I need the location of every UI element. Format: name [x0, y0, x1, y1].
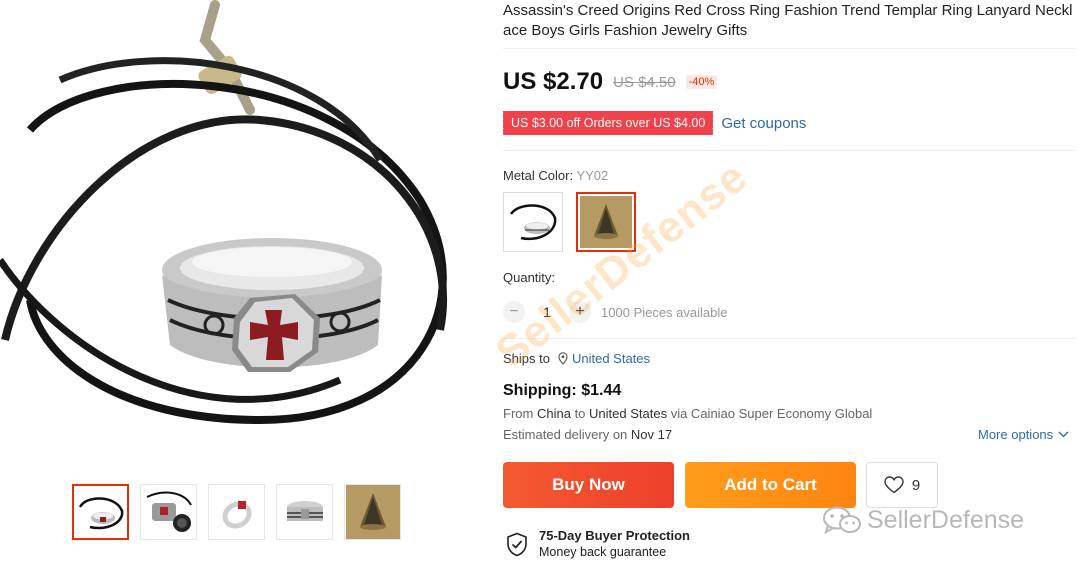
add-to-cart-button[interactable]: Add to Cart	[685, 462, 856, 508]
estimated-delivery-label: Estimated delivery on	[503, 427, 628, 442]
chevron-down-icon	[1058, 431, 1069, 438]
ships-to-row: Ships to United States	[503, 351, 650, 366]
product-title: Assassin's Creed Origins Red Cross Ring …	[503, 2, 1073, 39]
watermark-logo: SellerDefense	[822, 505, 1024, 535]
thumbnail-2[interactable]	[140, 484, 197, 540]
current-price: US $2.70	[503, 68, 604, 95]
heart-icon	[884, 476, 904, 494]
necklace-swatch-image	[509, 204, 557, 241]
bronze-hood-pendant-image	[345, 485, 400, 539]
divider	[503, 150, 1075, 151]
estimated-delivery-date: Nov 17	[630, 427, 673, 442]
quantity-stepper: − 1 + 1000 Pieces available	[503, 301, 727, 323]
quantity-value[interactable]: 1	[533, 304, 561, 320]
location-pin-icon	[558, 352, 568, 365]
available-pieces: 1000 Pieces available	[601, 304, 728, 320]
ring-and-case-image	[146, 491, 192, 532]
metal-color-value: YY02	[576, 168, 609, 183]
wishlist-button[interactable]: 9	[866, 462, 938, 508]
buyer-protection: 75-Day Buyer Protection Money back guara…	[506, 528, 690, 560]
shipping-route: From China to United States via Cainiao …	[503, 406, 872, 421]
divider	[503, 338, 1075, 339]
wishlist-count: 9	[911, 476, 921, 494]
coupon-badge: US $3.00 off Orders over US $4.00	[500, 111, 716, 135]
shipping-method: via Cainiao Super Economy Global	[670, 406, 873, 421]
protection-title: 75-Day Buyer Protection	[539, 528, 690, 543]
get-coupons-link[interactable]: Get coupons	[721, 115, 806, 132]
product-info-panel: Assassin's Creed Origins Red Cross Ring …	[500, 0, 1080, 565]
thumbnail-4[interactable]	[276, 484, 333, 540]
to-word: to	[574, 406, 586, 421]
thumbnail-3[interactable]	[208, 484, 265, 540]
thumbnail-1[interactable]	[72, 484, 129, 540]
buy-now-button[interactable]: Buy Now	[503, 462, 674, 508]
metal-color-label: Metal Color: YY02	[503, 168, 608, 183]
wechat-icon	[823, 506, 861, 535]
divider	[503, 48, 1075, 49]
quantity-increase-button[interactable]: +	[569, 301, 591, 323]
to-country: United States	[589, 406, 668, 421]
swatch-necklace[interactable]	[503, 192, 563, 252]
watermark-brand: SellerDefense	[867, 505, 1025, 534]
more-options-label: More options	[978, 427, 1054, 442]
quantity-decrease-button[interactable]: −	[503, 301, 525, 323]
ring-side-view-image	[286, 501, 323, 521]
quantity-label: Quantity:	[503, 270, 556, 285]
main-product-image[interactable]	[0, 0, 470, 470]
from-country: China	[536, 406, 571, 421]
ring-necklace-photo	[0, 0, 470, 470]
shield-check-icon	[507, 532, 527, 556]
price-row: US $2.70 US $4.50 -40%	[503, 68, 718, 96]
from-word: From	[503, 406, 534, 421]
ring-on-cord-image	[78, 497, 123, 530]
swatch-bronze-pendant[interactable]	[576, 192, 636, 252]
more-options-link[interactable]: More options	[978, 427, 1069, 442]
metal-color-title: Metal Color:	[503, 168, 574, 183]
thumbnail-5[interactable]	[344, 484, 401, 540]
color-swatches	[503, 192, 636, 252]
original-price: US $4.50	[613, 73, 676, 91]
discount-badge: -40%	[685, 75, 718, 89]
action-buttons: Buy Now Add to Cart 9	[503, 462, 938, 508]
ring-red-cross-image	[221, 501, 252, 529]
bronze-pendant-swatch-image	[580, 196, 632, 248]
coupon-row: US $3.00 off Orders over US $4.00 Get co…	[500, 111, 806, 135]
shipping-cost: Shipping: $1.44	[503, 382, 622, 399]
protection-subtitle: Money back guarantee	[539, 545, 667, 559]
ships-to-label: Ships to	[503, 351, 550, 366]
ships-to-country-link[interactable]: United States	[572, 351, 650, 366]
estimated-delivery: Estimated delivery on Nov 17	[503, 427, 672, 442]
thumbnail-strip	[72, 484, 401, 540]
